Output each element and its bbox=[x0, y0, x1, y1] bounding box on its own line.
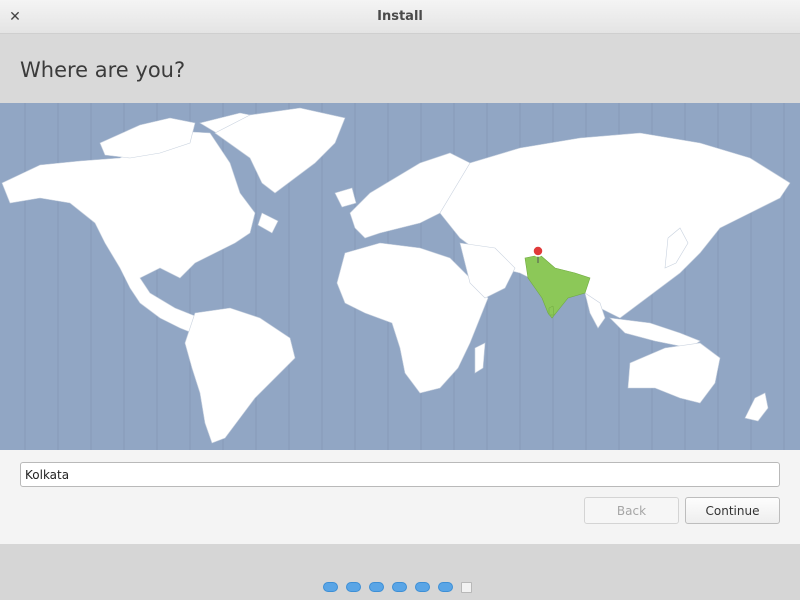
continents bbox=[1, 107, 791, 444]
progress-step-completed bbox=[323, 582, 338, 592]
progress-indicator bbox=[323, 582, 472, 594]
continue-button[interactable]: Continue bbox=[685, 497, 780, 524]
world-map-svg bbox=[1, 103, 791, 450]
content-area: Back Continue bbox=[0, 450, 800, 544]
footer-bar bbox=[0, 544, 800, 600]
window-title: Install bbox=[377, 9, 423, 24]
progress-step-completed bbox=[415, 582, 430, 592]
progress-step-completed bbox=[392, 582, 407, 592]
back-button[interactable]: Back bbox=[584, 497, 679, 524]
window-titlebar: ✕ Install bbox=[0, 0, 800, 34]
progress-step-completed bbox=[369, 582, 384, 592]
timezone-map[interactable] bbox=[0, 103, 800, 450]
sri-lanka-region bbox=[548, 305, 555, 316]
location-input[interactable] bbox=[20, 462, 780, 487]
progress-step-completed bbox=[346, 582, 361, 592]
progress-step-completed bbox=[438, 582, 453, 592]
page-header: Where are you? bbox=[0, 34, 800, 103]
page-title: Where are you? bbox=[20, 58, 186, 82]
progress-step-current bbox=[461, 582, 472, 593]
